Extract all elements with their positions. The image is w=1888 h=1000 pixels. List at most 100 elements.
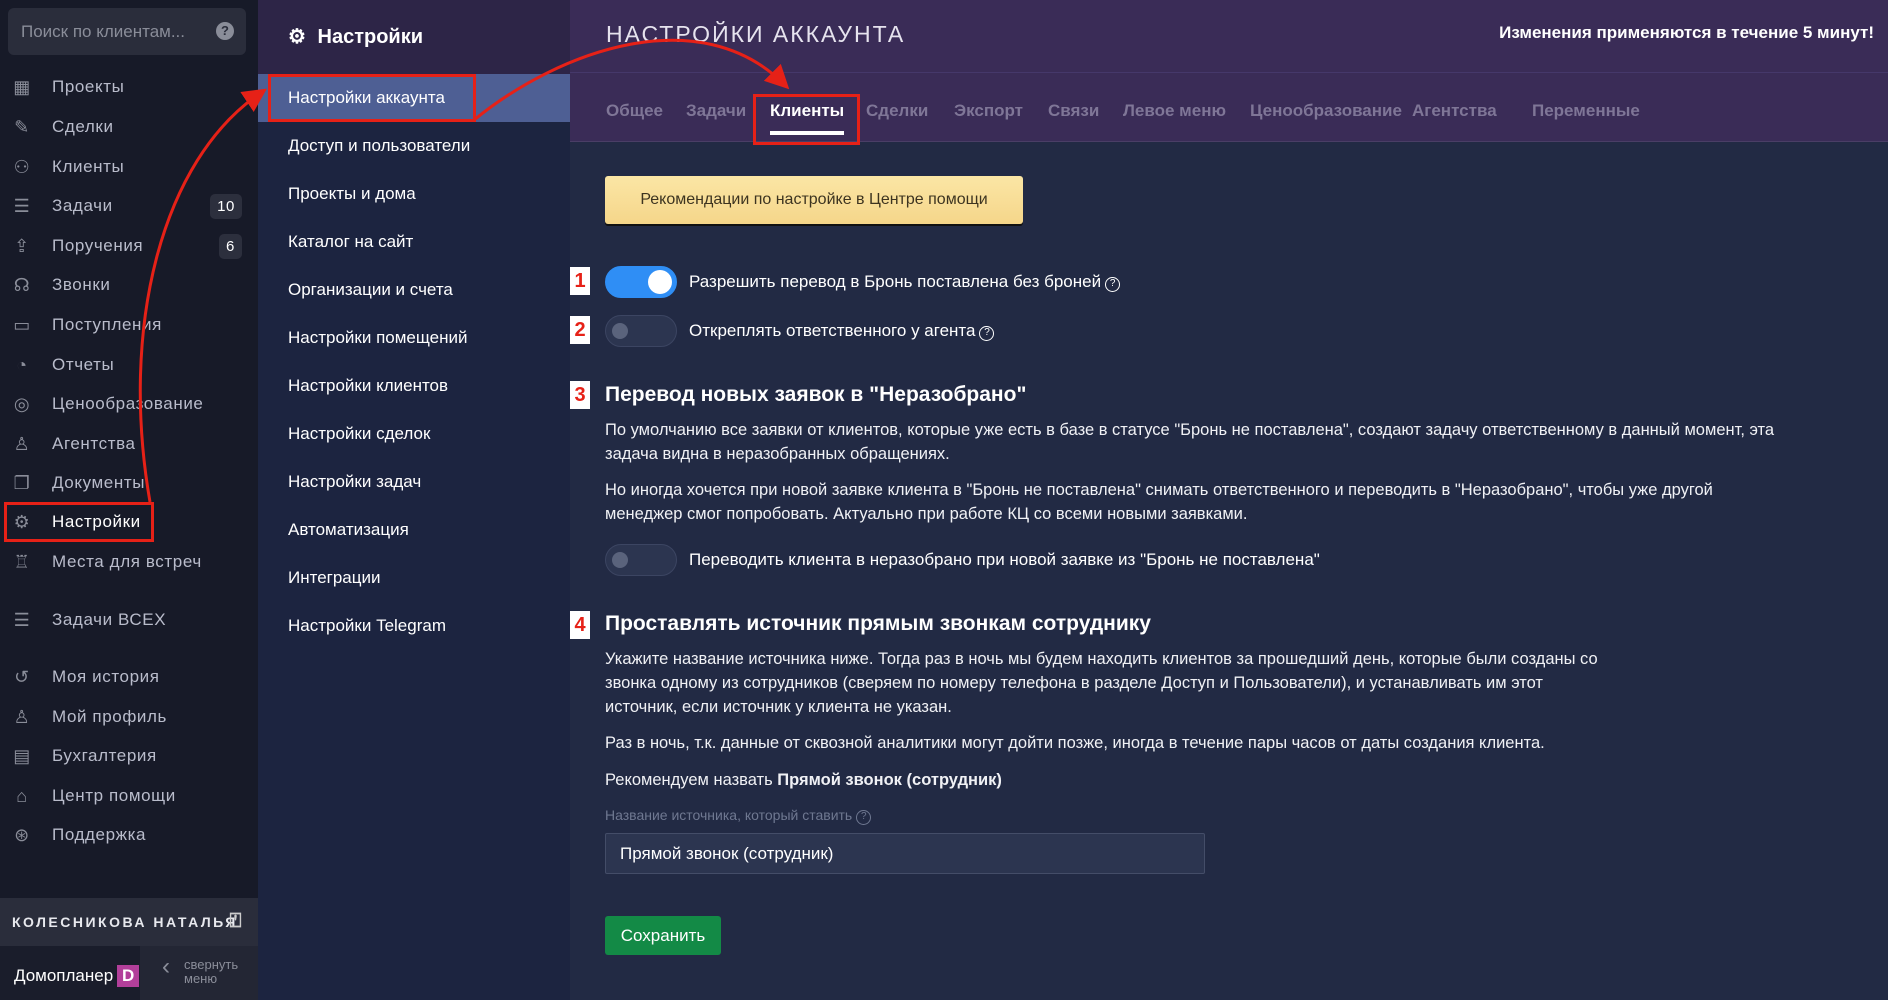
collapse-menu-button[interactable]: ‹ свернуть меню [140, 946, 258, 1000]
settings-item[interactable]: Автоматизация [258, 506, 570, 554]
pie-icon: ◔ [16, 355, 28, 375]
tab[interactable]: Экспорт [954, 101, 1023, 121]
graduation-icon: ⌂ [16, 786, 28, 806]
settings-item[interactable]: Настройки задач [258, 458, 570, 506]
nav-item[interactable]: ♖ Места для встреч [0, 544, 258, 580]
help-icon[interactable]: ? [856, 810, 872, 825]
deal-icon: ✎ [14, 117, 30, 137]
toggle-move-unassigned[interactable] [605, 544, 677, 576]
settings-item[interactable]: Настройки сделок [258, 410, 570, 458]
nav-item-label: Отчеты [52, 355, 115, 374]
toggle-label: Откреплять ответственного у агента? [689, 321, 995, 341]
nav-item[interactable]: ❐ Документы [0, 465, 258, 501]
tab[interactable]: Общее [606, 101, 663, 121]
settings-item[interactable]: Интеграции [258, 554, 570, 602]
help-center-button[interactable]: Рекомендации по настройке в Центре помощ… [605, 176, 1023, 224]
settings-item[interactable]: Каталог на сайт [258, 218, 570, 266]
nav-item[interactable]: ☊ Звонки [0, 267, 258, 303]
tab[interactable]: Ценообразование [1250, 101, 1402, 121]
settings-item[interactable]: Настройки Telegram [258, 602, 570, 650]
brand-logo: D [117, 965, 140, 987]
brand-name: Домопланер [14, 966, 114, 985]
building-icon: ▦ [13, 77, 31, 97]
tasks-icon: ☰ [13, 196, 31, 216]
main-sidebar: Поиск по клиентам...? ▦ Проекты ✎ Сделки ⚇ Кл… [0, 0, 258, 1000]
nav-item[interactable]: ⌂ Центр помощи [0, 778, 258, 814]
settings-item[interactable]: Организации и счета [258, 266, 570, 314]
section-text: Укажите название источника ниже. Тогда р… [605, 650, 1598, 716]
toggle-label-text: Разрешить перевод в Бронь поставлена без… [689, 272, 1102, 291]
nav-item-label: Моя история [52, 667, 160, 686]
recommendation-prefix: Рекомендуем назвать [605, 771, 778, 789]
nav-item[interactable]: ↺ Моя история [0, 659, 258, 695]
nav-item-label: Ценообразование [52, 394, 204, 413]
nav-item-label: Проекты [52, 77, 125, 96]
nav-item[interactable]: ▭ Поступления [0, 307, 258, 343]
nav-item-label: Поддержка [52, 825, 147, 844]
wallet-icon: ▭ [13, 315, 31, 335]
help-icon[interactable]: ? [1105, 277, 1121, 292]
settings-item[interactable]: Проекты и дома [258, 170, 570, 218]
settings-item[interactable]: Настройки помещений [258, 314, 570, 362]
nav-item[interactable]: ▦ Проекты [0, 69, 258, 105]
tab[interactable]: Задачи [686, 101, 746, 121]
section-text: Но иногда хочется при новой заявке клиен… [605, 481, 1713, 523]
tab[interactable]: Левое меню [1123, 101, 1226, 121]
user-bar[interactable]: КОЛЕСНИКОВА НАТАЛЬЯ ⍞ [0, 898, 258, 946]
save-button[interactable]: Сохранить [605, 916, 721, 955]
lifebuoy-icon: ⊛ [14, 825, 30, 845]
nav-item[interactable]: ☰ Задачи 10 [0, 188, 258, 224]
headset-icon: ☊ [13, 275, 31, 295]
collapse-label: свернуть меню [184, 957, 239, 986]
nav-item-label: Поступления [52, 315, 162, 334]
nav-item-label: Сделки [52, 117, 114, 136]
toggle-label-text: Откреплять ответственного у агента [689, 321, 976, 340]
help-icon[interactable]: ? [216, 22, 234, 40]
tab[interactable]: Связи [1048, 101, 1099, 121]
help-icon[interactable]: ? [979, 326, 995, 341]
section-heading: Проставлять источник прямым звонкам сотр… [605, 612, 1151, 635]
recommendation: Рекомендуем назвать Прямой звонок (сотру… [605, 768, 1002, 792]
nav-item-label: Центр помощи [52, 786, 176, 805]
nav-item[interactable]: ◔ Отчеты [0, 347, 258, 383]
settings-header: ⚙ Настройки [258, 0, 570, 74]
history-icon: ↺ [14, 667, 30, 687]
toggle-knob [612, 323, 628, 339]
nav-item[interactable]: ☰ Задачи ВСЕХ [0, 602, 258, 638]
tasks-icon: ☰ [13, 610, 31, 630]
annotation-2: 2 [570, 316, 590, 344]
nav-item-label: Бухгалтерия [52, 746, 157, 765]
nav-item[interactable]: ✎ Сделки [0, 109, 258, 145]
toggle-knob [648, 270, 672, 294]
documents-icon: ❐ [13, 473, 31, 493]
tab[interactable]: Переменные [1532, 101, 1640, 121]
toggle-allow-booking[interactable] [605, 266, 677, 298]
settings-item[interactable]: Доступ и пользователи [258, 122, 570, 170]
count-badge: 6 [219, 233, 242, 259]
client-search-input[interactable]: Поиск по клиентам...? [8, 8, 246, 55]
nav-item-label: Задачи [52, 196, 113, 215]
nav-item-label: Поручения [52, 236, 144, 255]
settings-item[interactable]: Настройки клиентов [258, 362, 570, 410]
nav-item[interactable]: ⊛ Поддержка [0, 817, 258, 853]
recommendation-value: Прямой звонок (сотрудник) [777, 771, 1002, 789]
nav-item[interactable]: ♙ Агентства [0, 426, 258, 462]
source-name-input[interactable] [605, 833, 1205, 874]
chevron-left-icon: ‹ [162, 953, 170, 980]
nav-item[interactable]: ⚇ Клиенты [0, 149, 258, 185]
logout-icon[interactable]: ⍞ [230, 910, 245, 933]
toggle-detach-responsible[interactable] [605, 315, 677, 347]
field-label-text: Название источника, который ставить [605, 807, 853, 823]
nav-item-label: Клиенты [52, 157, 125, 176]
nav-item[interactable]: ⇪ Поручения 6 [0, 228, 258, 264]
search-placeholder: Поиск по клиентам... [21, 22, 186, 41]
nav-item[interactable]: ◎ Ценообразование [0, 386, 258, 422]
tab[interactable]: Сделки [866, 101, 928, 121]
annotation-highlight [4, 502, 154, 542]
gears-icon: ⚙ [288, 26, 312, 48]
page-title: НАСТРОЙКИ АККАУНТА [606, 21, 906, 47]
nav-item[interactable]: ▤ Бухгалтерия [0, 738, 258, 774]
tab[interactable]: Агентства [1412, 101, 1497, 121]
agent-icon: ♙ [13, 434, 31, 454]
nav-item[interactable]: ♙ Мой профиль [0, 699, 258, 735]
